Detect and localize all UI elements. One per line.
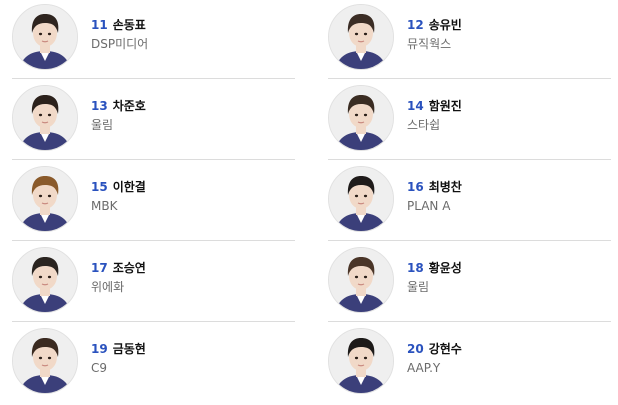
- divider: [328, 321, 611, 322]
- trainee-card[interactable]: 17 조승연 위에화: [12, 243, 295, 324]
- trainee-agency: 뮤직웍스: [407, 37, 452, 51]
- divider: [12, 159, 295, 160]
- trainee-info: 18 황윤성 울림: [407, 260, 462, 295]
- trainee-card[interactable]: 14 함원진 스타쉽: [328, 81, 611, 162]
- trainee-number: 19: [91, 342, 108, 356]
- avatar[interactable]: [12, 166, 78, 232]
- trainee-info: 14 함원진 스타쉽: [407, 98, 462, 133]
- trainee-name[interactable]: 조승연: [113, 261, 146, 275]
- trainee-agency: AAP.Y: [407, 361, 441, 375]
- trainee-card[interactable]: 15 이한결 MBK: [12, 162, 295, 243]
- trainee-number: 13: [91, 99, 108, 113]
- divider: [12, 78, 295, 79]
- trainee-info: 19 금동현 C9: [91, 341, 146, 376]
- trainee-card[interactable]: 13 차준호 울림: [12, 81, 295, 162]
- trainee-name[interactable]: 이한결: [113, 180, 146, 194]
- avatar[interactable]: [12, 247, 78, 313]
- avatar[interactable]: [328, 166, 394, 232]
- trainee-info: 16 최병찬 PLAN A: [407, 179, 462, 214]
- trainee-number: 20: [407, 342, 424, 356]
- avatar[interactable]: [328, 328, 394, 394]
- trainee-name[interactable]: 차준호: [113, 99, 146, 113]
- trainee-card[interactable]: 19 금동현 C9: [12, 324, 295, 405]
- trainee-info: 11 손동표 DSP미디어: [91, 17, 148, 52]
- trainee-name[interactable]: 금동현: [113, 342, 146, 356]
- trainee-card[interactable]: 18 황윤성 울림: [328, 243, 611, 324]
- trainee-number: 17: [91, 261, 108, 275]
- trainee-info: 17 조승연 위에화: [91, 260, 146, 295]
- divider: [328, 78, 611, 79]
- trainee-agency: PLAN A: [407, 199, 451, 213]
- trainee-agency: MBK: [91, 199, 118, 213]
- trainee-grid: 11 손동표 DSP미디어 12 송유빈 뮤직웍스 13 차준호 울림 14 함원진 스…: [0, 0, 618, 400]
- divider: [12, 321, 295, 322]
- trainee-name[interactable]: 황윤성: [429, 261, 462, 275]
- avatar[interactable]: [12, 4, 78, 70]
- trainee-name[interactable]: 강현수: [429, 342, 462, 356]
- trainee-name[interactable]: 함원진: [429, 99, 462, 113]
- trainee-number: 14: [407, 99, 424, 113]
- trainee-info: 12 송유빈 뮤직웍스: [407, 17, 462, 52]
- trainee-name[interactable]: 손동표: [113, 18, 146, 32]
- trainee-info: 15 이한결 MBK: [91, 179, 146, 214]
- trainee-agency: C9: [91, 361, 108, 375]
- trainee-agency: DSP미디어: [91, 37, 149, 51]
- trainee-number: 18: [407, 261, 424, 275]
- avatar[interactable]: [328, 85, 394, 151]
- trainee-agency: 스타쉽: [407, 118, 441, 132]
- trainee-name[interactable]: 최병찬: [429, 180, 462, 194]
- avatar[interactable]: [328, 4, 394, 70]
- trainee-card[interactable]: 11 손동표 DSP미디어: [12, 0, 295, 81]
- trainee-card[interactable]: 12 송유빈 뮤직웍스: [328, 0, 611, 81]
- divider: [12, 240, 295, 241]
- trainee-number: 11: [91, 18, 108, 32]
- trainee-agency: 울림: [407, 280, 430, 294]
- trainee-card[interactable]: 16 최병찬 PLAN A: [328, 162, 611, 243]
- avatar[interactable]: [12, 328, 78, 394]
- trainee-number: 12: [407, 18, 424, 32]
- avatar[interactable]: [12, 85, 78, 151]
- divider: [328, 240, 611, 241]
- trainee-agency: 울림: [91, 118, 114, 132]
- trainee-info: 20 강현수 AAP.Y: [407, 341, 462, 376]
- trainee-number: 16: [407, 180, 424, 194]
- divider: [328, 159, 611, 160]
- trainee-card[interactable]: 20 강현수 AAP.Y: [328, 324, 611, 405]
- trainee-agency: 위에화: [91, 280, 125, 294]
- trainee-number: 15: [91, 180, 108, 194]
- trainee-name[interactable]: 송유빈: [429, 18, 462, 32]
- avatar[interactable]: [328, 247, 394, 313]
- trainee-info: 13 차준호 울림: [91, 98, 146, 133]
